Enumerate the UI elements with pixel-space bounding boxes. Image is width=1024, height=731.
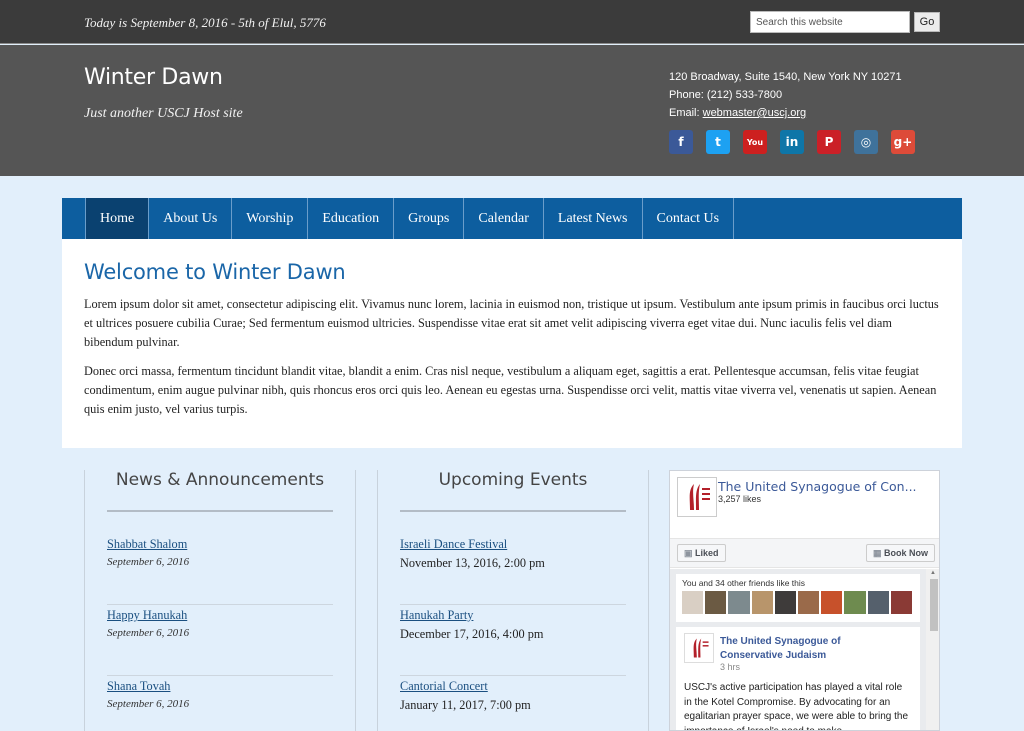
- event-item-datetime: January 11, 2017, 7:00 pm: [400, 698, 531, 712]
- facebook-post: The United Synagogue of Conservative Juda…: [676, 627, 920, 731]
- facebook-page-name[interactable]: The United Synagogue of Con...: [718, 479, 917, 494]
- calendar-icon: ▦: [872, 548, 882, 558]
- scrollbar-thumb[interactable]: [930, 579, 938, 631]
- main-content: Welcome to Winter Dawn Lorem ipsum dolor…: [62, 239, 962, 448]
- avatar[interactable]: [774, 591, 797, 614]
- news-item-date: September 6, 2016: [107, 556, 190, 568]
- contact-info: 120 Broadway, Suite 1540, New York NY 10…: [669, 68, 902, 122]
- uscj-logo-icon[interactable]: [684, 633, 714, 663]
- event-item-link[interactable]: Israeli Dance Festival: [400, 537, 626, 552]
- avatar[interactable]: [705, 591, 727, 614]
- friend-avatars: [682, 591, 914, 614]
- site-tagline: Just another USCJ Host site: [84, 106, 243, 121]
- post-author-line-2: Conservative Judaism: [720, 650, 827, 661]
- post-time[interactable]: 3 hrs: [720, 662, 740, 672]
- search-go-button[interactable]: Go: [914, 12, 940, 32]
- avatar[interactable]: [751, 591, 773, 614]
- news-item: Shana Tovah September 6, 2016: [107, 679, 333, 731]
- event-item: Cantorial Concert January 11, 2017, 7:00…: [400, 679, 626, 731]
- event-item-datetime: November 13, 2016, 2:00 pm: [400, 556, 545, 570]
- friends-like-box: You and 34 other friends like this: [676, 574, 920, 622]
- news-item-link[interactable]: Shabbat Shalom: [107, 537, 333, 552]
- events-title: Upcoming Events: [438, 470, 588, 490]
- pinterest-icon[interactable]: P: [817, 130, 841, 154]
- nav-item-contact-us[interactable]: Contact Us: [643, 198, 735, 239]
- news-title: News & Announcements: [115, 470, 325, 490]
- scroll-up-arrow-icon[interactable]: ▲: [930, 570, 936, 576]
- googleplus-icon[interactable]: g+: [891, 130, 915, 154]
- avatar[interactable]: [798, 591, 820, 614]
- social-icons: f t You in P ◎ g+: [669, 130, 928, 154]
- avatar[interactable]: [844, 591, 866, 614]
- uscj-logo-icon[interactable]: [677, 477, 717, 517]
- news-item: Shabbat Shalom September 6, 2016: [107, 537, 333, 605]
- event-item: Hanukah Party December 17, 2016, 4:00 pm: [400, 608, 626, 676]
- avatar[interactable]: [728, 591, 750, 614]
- top-bar: Today is September 8, 2016 - 5th of Elul…: [0, 0, 1024, 44]
- facebook-feed: You and 34 other friends like this The U…: [670, 569, 939, 731]
- search-input[interactable]: [750, 11, 910, 33]
- address-text: 120 Broadway, Suite 1540, New York NY 10…: [669, 71, 902, 83]
- facebook-action-bar: ▣ Liked ▦ Book Now: [670, 538, 939, 568]
- event-item-link[interactable]: Hanukah Party: [400, 608, 626, 623]
- nav-item-education[interactable]: Education: [308, 198, 395, 239]
- date-text: Today is September 8, 2016 - 5th of Elul…: [84, 15, 326, 30]
- news-item-date: September 6, 2016: [107, 627, 190, 639]
- news-widget: News & Announcements Shabbat Shalom Sept…: [84, 470, 356, 731]
- site-header: Winter Dawn Just another USCJ Host site …: [0, 45, 1024, 176]
- news-item-link[interactable]: Happy Hanukah: [107, 608, 333, 623]
- nav-item-about-us[interactable]: About Us: [149, 198, 233, 239]
- page-title: Welcome to Winter Dawn: [84, 260, 346, 284]
- facebook-page-widget: The United Synagogue of Con... 3,257 lik…: [669, 470, 940, 731]
- email-line: Email: webmaster@uscj.org: [669, 104, 902, 122]
- avatar[interactable]: [821, 591, 843, 614]
- youtube-icon[interactable]: You: [743, 130, 767, 154]
- nav-item-home[interactable]: Home: [85, 198, 150, 239]
- news-item: Happy Hanukah September 6, 2016: [107, 608, 333, 676]
- nav-item-latest-news[interactable]: Latest News: [544, 198, 643, 239]
- event-item-datetime: December 17, 2016, 4:00 pm: [400, 627, 544, 641]
- facebook-icon[interactable]: f: [669, 130, 693, 154]
- friends-like-text: You and 34 other friends like this: [682, 578, 806, 588]
- nav-item-calendar[interactable]: Calendar: [464, 198, 544, 239]
- book-now-label: Book Now: [884, 548, 928, 558]
- instagram-icon[interactable]: ◎: [854, 130, 878, 154]
- site-title[interactable]: Winter Dawn: [84, 65, 223, 90]
- twitter-icon[interactable]: t: [706, 130, 730, 154]
- events-widget: Upcoming Events Israeli Dance Festival N…: [377, 470, 649, 731]
- news-item-date: September 6, 2016: [107, 698, 190, 710]
- liked-label: Liked: [695, 548, 719, 558]
- thumbs-up-icon: ▣: [684, 548, 693, 558]
- feed-scrollbar[interactable]: ▲: [926, 569, 939, 730]
- post-text: USCJ's active participation has played a…: [684, 682, 909, 731]
- avatar[interactable]: [867, 591, 889, 614]
- linkedin-icon[interactable]: in: [780, 130, 804, 154]
- intro-paragraph-2: Donec orci massa, fermentum tincidunt bl…: [84, 364, 937, 416]
- avatar[interactable]: [890, 591, 913, 614]
- facebook-like-count: 3,257 likes: [718, 494, 762, 504]
- nav-item-worship[interactable]: Worship: [232, 198, 309, 239]
- event-item: Israeli Dance Festival November 13, 2016…: [400, 537, 626, 605]
- phone-text: Phone: (212) 533-7800: [669, 89, 783, 101]
- nav-item-groups[interactable]: Groups: [394, 198, 465, 239]
- email-label: Email:: [669, 107, 700, 119]
- intro-paragraph-1: Lorem ipsum dolor sit amet, consectetur …: [84, 297, 939, 349]
- event-item-link[interactable]: Cantorial Concert: [400, 679, 626, 694]
- email-link[interactable]: webmaster@uscj.org: [703, 107, 806, 119]
- post-author[interactable]: The United Synagogue of Conservative Juda…: [720, 635, 841, 663]
- post-author-line-1: The United Synagogue of: [720, 636, 841, 647]
- book-now-button[interactable]: ▦ Book Now: [865, 544, 935, 562]
- avatar[interactable]: [682, 591, 704, 614]
- main-nav: Home About Us Worship Education Groups Calend…: [62, 198, 962, 239]
- liked-button[interactable]: ▣ Liked: [677, 544, 726, 562]
- news-item-link[interactable]: Shana Tovah: [107, 679, 333, 694]
